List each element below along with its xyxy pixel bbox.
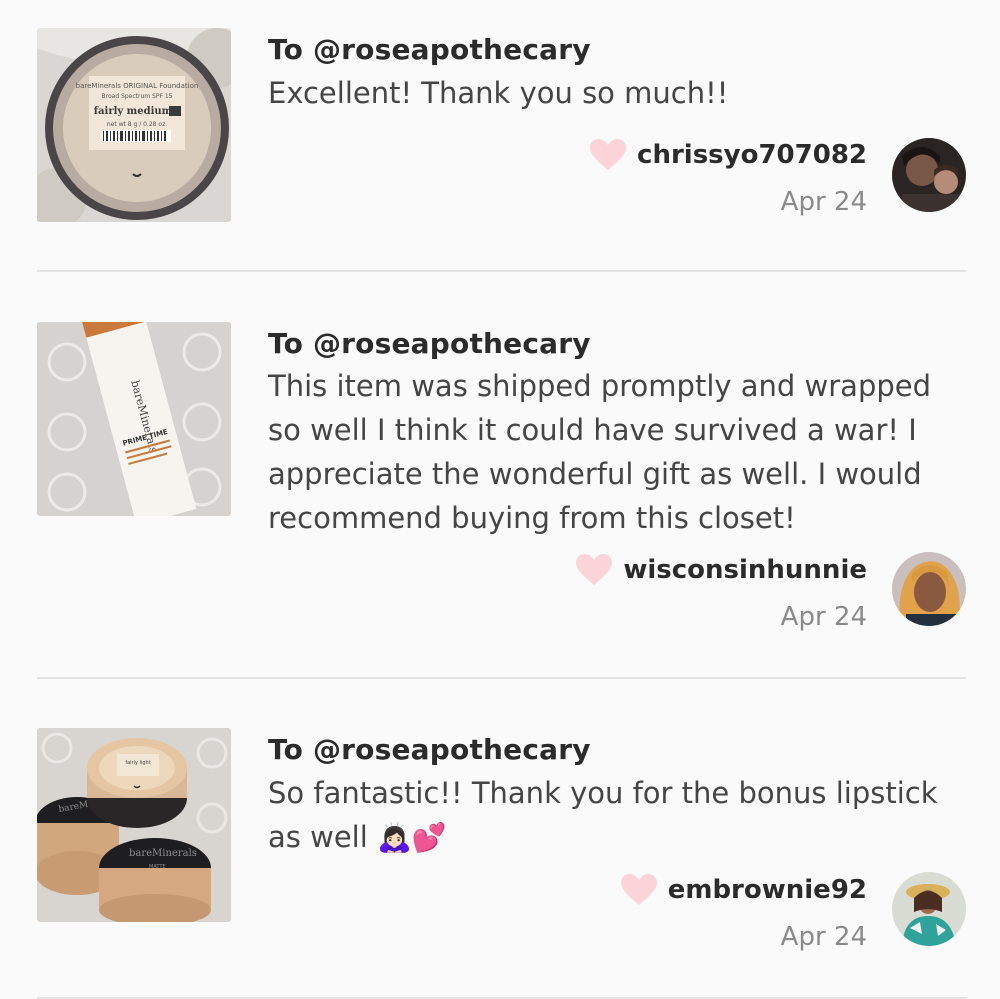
review-recipient[interactable]: To @roseapothecary [268, 327, 591, 360]
review-feed: bareMinerals ORIGINAL Foundation Broad S… [0, 0, 1000, 999]
reviewer-avatar[interactable] [892, 138, 966, 212]
review-comment: Excellent! Thank you so much!! [268, 76, 729, 110]
review-date: Apr 24 [780, 187, 867, 217]
review-meta: chrissyo707082 Apr 24 [589, 137, 867, 217]
reviewer-username[interactable]: embrownie92 [668, 875, 867, 905]
avatar-image [892, 552, 966, 626]
comment-emoji: 🙇🏻‍♀️💕 [377, 821, 447, 854]
review-divider [37, 677, 966, 679]
reviewer-username[interactable]: wisconsinhunnie [623, 555, 867, 585]
reviewer-avatar[interactable] [892, 872, 966, 946]
review-date: Apr 24 [780, 922, 867, 952]
svg-text:Broad Spectrum SPF 15: Broad Spectrum SPF 15 [102, 93, 173, 100]
svg-text:net wt 8 g / 0.28 oz.: net wt 8 g / 0.28 oz. [107, 121, 167, 128]
review-meta: wisconsinhunnie Apr 24 [575, 552, 867, 632]
review-comment: This item was shipped promptly and wrapp… [268, 369, 932, 535]
heart-icon[interactable] [620, 873, 658, 907]
review-date: Apr 24 [780, 602, 867, 632]
svg-text:fairly light: fairly light [125, 760, 150, 766]
avatar-image [892, 872, 966, 946]
review-divider [37, 270, 966, 272]
review-recipient[interactable]: To @roseapothecary [268, 33, 591, 66]
heart-icon[interactable] [589, 138, 627, 172]
avatar-image [892, 138, 966, 212]
heart-icon[interactable] [575, 553, 613, 587]
product-thumbnail[interactable]: bareMinerals bareMinerals MATTE fairly l… [37, 728, 231, 922]
foundation-jars-image: bareMinerals bareMinerals MATTE fairly l… [37, 728, 231, 922]
product-thumbnail[interactable]: bareMinerals ORIGINAL Foundation Broad S… [37, 28, 231, 222]
foundation-jar-image: bareMinerals ORIGINAL Foundation Broad S… [37, 28, 231, 222]
comment-text: So fantastic!! Thank you for the bonus l… [268, 776, 938, 854]
reviewer-username[interactable]: chrissyo707082 [637, 140, 867, 170]
svg-text:bareMinerals ORIGINAL Foundati: bareMinerals ORIGINAL Foundation [76, 82, 199, 90]
reviewer-avatar[interactable] [892, 552, 966, 626]
primer-box-image: bareMinerals PRIME TIME [37, 322, 231, 516]
review-meta: embrownie92 Apr 24 [620, 872, 867, 952]
review-recipient[interactable]: To @roseapothecary [268, 733, 591, 766]
product-thumbnail[interactable]: bareMinerals PRIME TIME [37, 322, 231, 516]
review-comment: So fantastic!! Thank you for the bonus l… [268, 771, 968, 860]
svg-text:fairly medium: fairly medium [94, 106, 173, 117]
svg-text:bareMinerals: bareMinerals [129, 848, 197, 859]
